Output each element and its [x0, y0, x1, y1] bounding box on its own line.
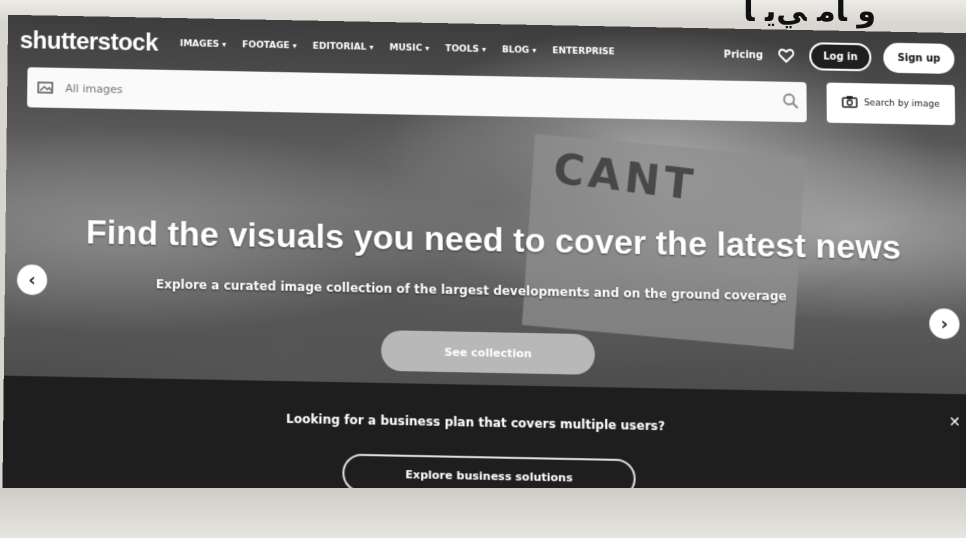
handwritten-marks: ﻭ ﺎﻣ ﻲﻳ ﺎ [743, 0, 876, 29]
chevron-left-icon: ‹ [28, 269, 36, 291]
carousel-prev-button[interactable]: ‹ [16, 264, 48, 296]
close-icon[interactable]: ✕ [949, 414, 961, 431]
nav-item-enterprise[interactable]: ENTERPRISE [552, 46, 614, 57]
signup-button[interactable]: Sign up [883, 42, 955, 74]
browser-screen: CANT shutterstock IMAGES ▾ FOOTAGE ▾ EDITO… [2, 14, 966, 509]
login-button[interactable]: Log in [809, 42, 872, 72]
nav-item-footage[interactable]: FOOTAGE ▾ [242, 40, 296, 51]
nav-item-images[interactable]: IMAGES ▾ [180, 39, 226, 50]
image-type-icon[interactable] [37, 80, 55, 94]
search-input[interactable] [65, 81, 717, 108]
chevron-down-icon: ▾ [481, 44, 486, 54]
carousel-next-button[interactable]: › [929, 308, 960, 340]
search-by-image-label: Search by image [863, 98, 940, 110]
nav-item-music[interactable]: MUSIC ▾ [389, 43, 429, 54]
pricing-link[interactable]: Pricing [724, 49, 763, 61]
logo[interactable]: shutterstock [20, 27, 158, 58]
chevron-down-icon: ▾ [222, 39, 227, 49]
nav-right-group: Pricing Log in Sign up [724, 40, 955, 74]
photo-background-bottom [0, 488, 966, 538]
chevron-down-icon: ▾ [369, 42, 374, 52]
chevron-down-icon: ▾ [532, 45, 537, 55]
nav-item-editorial[interactable]: EDITORIAL ▾ [313, 42, 374, 53]
search-by-image-button[interactable]: Search by image [826, 82, 956, 126]
chevron-down-icon: ▾ [425, 43, 430, 53]
chevron-right-icon: › [940, 313, 949, 335]
search-icon[interactable] [783, 93, 799, 113]
see-collection-button[interactable]: See collection [381, 330, 595, 375]
nav-item-blog[interactable]: BLOG ▾ [502, 45, 536, 56]
heart-icon[interactable] [775, 45, 797, 67]
nav-item-tools[interactable]: TOOLS ▾ [445, 44, 486, 55]
chevron-down-icon: ▾ [292, 41, 297, 51]
camera-icon [842, 95, 858, 111]
